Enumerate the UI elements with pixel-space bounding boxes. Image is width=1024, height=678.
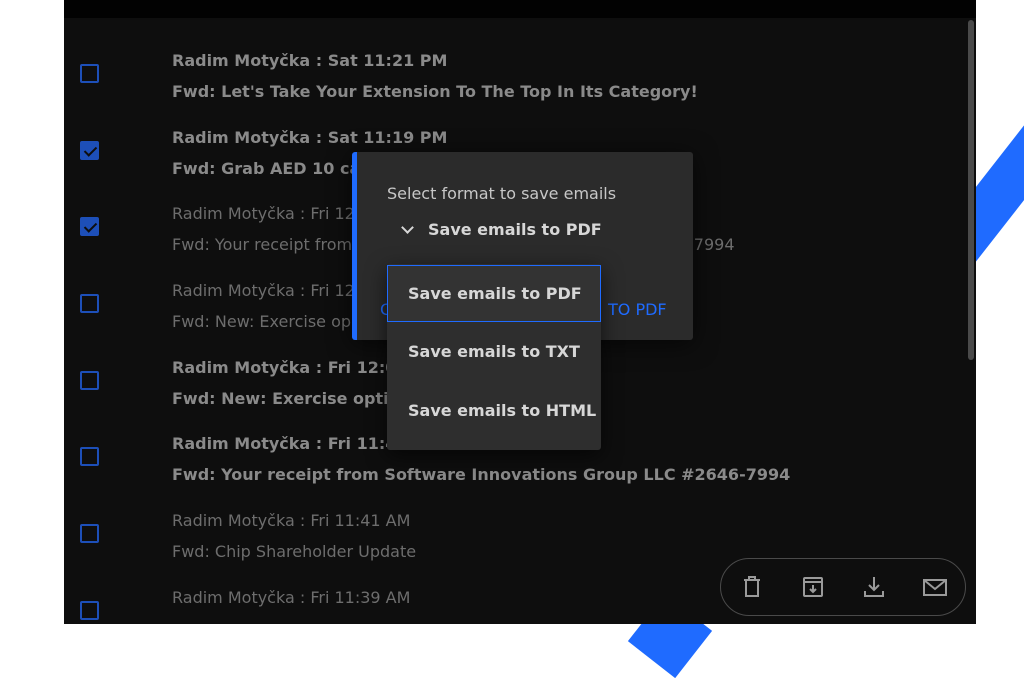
email-text: Radim Motyčka : Sat 11:21 PM Fwd: Let's … xyxy=(172,50,698,103)
save-to-pdf-button[interactable]: TO PDF xyxy=(608,300,667,319)
email-checkbox[interactable] xyxy=(80,524,99,543)
bulk-action-bar xyxy=(720,558,966,616)
archive-icon[interactable] xyxy=(798,572,828,602)
app-window: Radim Motyčka : Sat 11:21 PM Fwd: Let's … xyxy=(64,0,976,624)
email-row[interactable]: Radim Motyčka : Sat 11:21 PM Fwd: Let's … xyxy=(64,44,964,121)
format-dropdown: Save emails to PDF Save emails to TXT Sa… xyxy=(387,264,601,450)
top-bar xyxy=(64,0,976,18)
email-checkbox[interactable] xyxy=(80,371,99,390)
format-option-html[interactable]: Save emails to HTML xyxy=(387,382,601,439)
email-checkbox[interactable] xyxy=(80,141,99,160)
format-option-pdf[interactable]: Save emails to PDF xyxy=(387,265,601,322)
email-checkbox[interactable] xyxy=(80,64,99,83)
scrollbar[interactable] xyxy=(968,20,974,360)
email-subject: Fwd: New: Exercise op xyxy=(172,311,355,333)
email-subject: Fwd: Chip Shareholder Update xyxy=(172,541,416,563)
email-text: Radim Motyčka : Fri 11:41 AM Fwd: Chip S… xyxy=(172,510,416,563)
email-checkbox[interactable] xyxy=(80,601,99,620)
chevron-down-icon xyxy=(401,221,414,234)
email-subject-tail: -7994 xyxy=(688,234,735,256)
format-select-value: Save emails to PDF xyxy=(428,220,602,239)
format-option-txt[interactable]: Save emails to TXT xyxy=(387,323,601,380)
email-text: Radim Motyčka : Fri 12 Fwd: New: Exercis… xyxy=(172,280,355,333)
mail-icon[interactable] xyxy=(920,572,950,602)
email-sender: Radim Motyčka : Fri 12 xyxy=(172,203,355,225)
email-sender: Radim Motyčka : Fri 11:41 AM xyxy=(172,510,416,532)
email-checkbox[interactable] xyxy=(80,447,99,466)
email-sender: Radim Motyčka : Fri 12 xyxy=(172,280,355,302)
email-sender: Radim Motyčka : Sat 11:21 PM xyxy=(172,50,698,72)
email-sender: Radim Motyčka : Fri 12:09 xyxy=(172,357,411,379)
email-sender: Radim Motyčka : Sat 11:19 PM xyxy=(172,127,447,149)
email-subject: Fwd: New: Exercise option xyxy=(172,388,411,410)
email-text: Radim Motyčka : Fri 12 Fwd: Your receipt… xyxy=(172,203,355,256)
trash-icon[interactable] xyxy=(737,572,767,602)
email-subject: Fwd: Your receipt from Software Innovati… xyxy=(172,464,790,486)
format-select[interactable]: Save emails to PDF xyxy=(403,220,602,239)
download-icon[interactable] xyxy=(859,572,889,602)
email-subject: Fwd: Let's Take Your Extension To The To… xyxy=(172,81,698,103)
email-checkbox[interactable] xyxy=(80,217,99,236)
dialog-title: Select format to save emails xyxy=(387,184,616,203)
email-subject: Fwd: Your receipt from xyxy=(172,234,355,256)
email-sender: Radim Motyčka : Fri 11:39 AM xyxy=(172,587,410,609)
email-checkbox[interactable] xyxy=(80,294,99,313)
email-text: Radim Motyčka : Fri 11:39 AM xyxy=(172,587,410,618)
email-text: Radim Motyčka : Fri 12:09 Fwd: New: Exer… xyxy=(172,357,411,410)
